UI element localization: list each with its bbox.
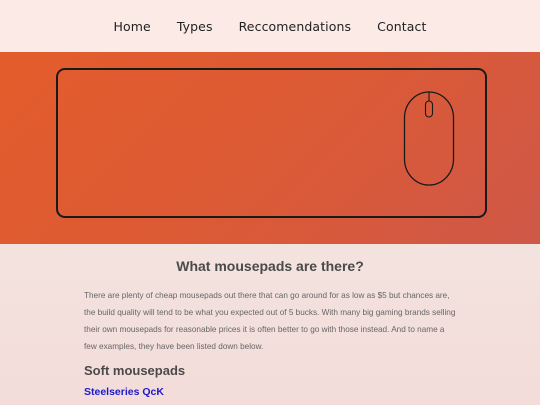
nav-types-link[interactable]: Types [177, 19, 213, 34]
hero-banner [0, 52, 540, 244]
steelseries-qck-link[interactable]: Steelseries QcK [84, 386, 164, 398]
top-nav: Home Types Reccomendations Contact [0, 0, 540, 52]
nav-home-link[interactable]: Home [114, 19, 151, 34]
nav-reccomendations-link[interactable]: Reccomendations [239, 19, 352, 34]
main-content: What mousepads are there? There are plen… [0, 244, 540, 405]
nav-contact-link[interactable]: Contact [377, 19, 426, 34]
soft-mousepads-heading: Soft mousepads [84, 363, 186, 378]
intro-paragraph: There are plenty of cheap mousepads out … [84, 291, 456, 351]
section-title: What mousepads are there? [176, 258, 364, 274]
mouse-icon [403, 91, 455, 186]
